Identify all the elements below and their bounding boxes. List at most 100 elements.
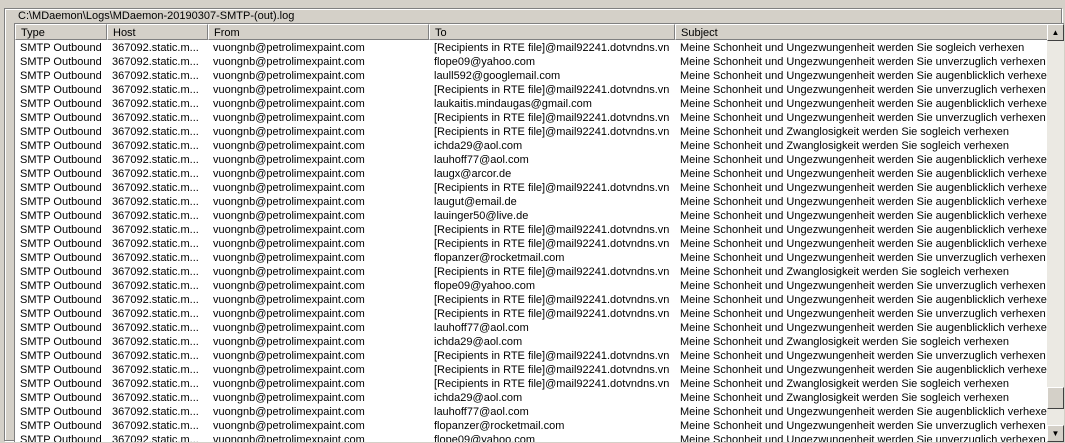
cell-type: SMTP Outbound (20, 84, 102, 96)
table-row[interactable]: SMTP Outbound 367092.static.m... vuongnb@p… (15, 405, 1049, 419)
table-row[interactable]: SMTP Outbound 367092.static.m... vuongnb@p… (15, 111, 1049, 125)
table-row[interactable]: SMTP Outbound 367092.static.m... vuongnb@p… (15, 167, 1049, 181)
cell-subject: Meine Schonheit und Ungezwungenheit werd… (680, 420, 1046, 432)
table-row[interactable]: SMTP Outbound 367092.static.m... vuongnb@p… (15, 97, 1049, 111)
cell-subject: Meine Schonheit und Zwanglosigkeit werde… (680, 378, 1009, 390)
arrow-up-icon[interactable]: ▲ (1047, 24, 1064, 41)
cell-to: laukaitis.mindaugas@gmail.com (434, 98, 592, 110)
cell-type: SMTP Outbound (20, 252, 102, 264)
cell-from: vuongnb@petrolimexpaint.com (213, 434, 365, 442)
cell-host: 367092.static.m... (112, 56, 199, 68)
vertical-scrollbar[interactable]: ▲ ▼ (1047, 24, 1064, 442)
table-row[interactable]: SMTP Outbound 367092.static.m... vuongnb@p… (15, 391, 1049, 405)
table-row[interactable]: SMTP Outbound 367092.static.m... vuongnb@p… (15, 307, 1049, 321)
table-row[interactable]: SMTP Outbound 367092.static.m... vuongnb@p… (15, 125, 1049, 139)
cell-from: vuongnb@petrolimexpaint.com (213, 322, 365, 334)
cell-from: vuongnb@petrolimexpaint.com (213, 182, 365, 194)
scrollbar-thumb[interactable] (1047, 387, 1064, 409)
table-row[interactable]: SMTP Outbound 367092.static.m... vuongnb@p… (15, 139, 1049, 153)
table-row[interactable]: SMTP Outbound 367092.static.m... vuongnb@p… (15, 69, 1049, 83)
cell-host: 367092.static.m... (112, 168, 199, 180)
table-row[interactable]: SMTP Outbound 367092.static.m... vuongnb@p… (15, 41, 1049, 55)
cell-type: SMTP Outbound (20, 266, 102, 278)
cell-host: 367092.static.m... (112, 378, 199, 390)
cell-subject: Meine Schonheit und Ungezwungenheit werd… (680, 322, 1049, 334)
table-row[interactable]: SMTP Outbound 367092.static.m... vuongnb@p… (15, 153, 1049, 167)
column-header-from[interactable]: From (208, 24, 429, 40)
cell-host: 367092.static.m... (112, 126, 199, 138)
column-header-host[interactable]: Host (107, 24, 208, 40)
table-row[interactable]: SMTP Outbound 367092.static.m... vuongnb@p… (15, 237, 1049, 251)
table-row[interactable]: SMTP Outbound 367092.static.m... vuongnb@p… (15, 349, 1049, 363)
cell-type: SMTP Outbound (20, 98, 102, 110)
table-row[interactable]: SMTP Outbound 367092.static.m... vuongnb@p… (15, 433, 1049, 442)
table-row[interactable]: SMTP Outbound 367092.static.m... vuongnb@p… (15, 251, 1049, 265)
cell-from: vuongnb@petrolimexpaint.com (213, 168, 365, 180)
cell-from: vuongnb@petrolimexpaint.com (213, 112, 365, 124)
cell-type: SMTP Outbound (20, 196, 102, 208)
cell-type: SMTP Outbound (20, 56, 102, 68)
cell-subject: Meine Schonheit und Ungezwungenheit werd… (680, 280, 1046, 292)
arrow-down-icon[interactable]: ▼ (1047, 425, 1064, 442)
cell-subject: Meine Schonheit und Ungezwungenheit werd… (680, 364, 1049, 376)
cell-from: vuongnb@petrolimexpaint.com (213, 196, 365, 208)
cell-type: SMTP Outbound (20, 364, 102, 376)
column-header-subject[interactable]: Subject (675, 24, 1049, 40)
cell-type: SMTP Outbound (20, 224, 102, 236)
cell-from: vuongnb@petrolimexpaint.com (213, 336, 365, 348)
column-header-to[interactable]: To (429, 24, 675, 40)
cell-to: [Recipients in RTE file]@mail92241.dotvn… (434, 182, 670, 194)
cell-to: lauhoff77@aol.com (434, 406, 529, 418)
cell-type: SMTP Outbound (20, 434, 102, 442)
cell-subject: Meine Schonheit und Ungezwungenheit werd… (680, 196, 1049, 208)
table-row[interactable]: SMTP Outbound 367092.static.m... vuongnb@p… (15, 279, 1049, 293)
table-row[interactable]: SMTP Outbound 367092.static.m... vuongnb@p… (15, 83, 1049, 97)
cell-to: lauhoff77@aol.com (434, 322, 529, 334)
cell-type: SMTP Outbound (20, 350, 102, 362)
cell-type: SMTP Outbound (20, 126, 102, 138)
cell-to: flope09@yahoo.com (434, 280, 536, 292)
cell-to: [Recipients in RTE file]@mail92241.dotvn… (434, 294, 670, 306)
cell-subject: Meine Schonheit und Ungezwungenheit werd… (680, 252, 1046, 264)
cell-subject: Meine Schonheit und Ungezwungenheit werd… (680, 70, 1049, 82)
log-file-path: C:\MDaemon\Logs\MDaemon-20190307-SMTP-(o… (16, 10, 297, 23)
cell-host: 367092.static.m... (112, 364, 199, 376)
cell-subject: Meine Schonheit und Ungezwungenheit werd… (680, 98, 1049, 110)
cell-to: [Recipients in RTE file]@mail92241.dotvn… (434, 112, 670, 124)
table-row[interactable]: SMTP Outbound 367092.static.m... vuongnb@p… (15, 209, 1049, 223)
cell-from: vuongnb@petrolimexpaint.com (213, 364, 365, 376)
cell-type: SMTP Outbound (20, 406, 102, 418)
table-row[interactable]: SMTP Outbound 367092.static.m... vuongnb@p… (15, 223, 1049, 237)
table-row[interactable]: SMTP Outbound 367092.static.m... vuongnb@p… (15, 335, 1049, 349)
cell-to: lauhoff77@aol.com (434, 154, 529, 166)
cell-from: vuongnb@petrolimexpaint.com (213, 308, 365, 320)
cell-subject: Meine Schonheit und Zwanglosigkeit werde… (680, 392, 1009, 404)
cell-type: SMTP Outbound (20, 154, 102, 166)
cell-host: 367092.static.m... (112, 98, 199, 110)
cell-subject: Meine Schonheit und Zwanglosigkeit werde… (680, 266, 1009, 278)
cell-to: [Recipients in RTE file]@mail92241.dotvn… (434, 126, 670, 138)
cell-host: 367092.static.m... (112, 434, 199, 442)
cell-from: vuongnb@petrolimexpaint.com (213, 252, 365, 264)
table-row[interactable]: SMTP Outbound 367092.static.m... vuongnb@p… (15, 321, 1049, 335)
table-row[interactable]: SMTP Outbound 367092.static.m... vuongnb@p… (15, 55, 1049, 69)
cell-host: 367092.static.m... (112, 266, 199, 278)
cell-from: vuongnb@petrolimexpaint.com (213, 266, 365, 278)
column-header-type[interactable]: Type (15, 24, 107, 40)
log-list-view[interactable]: Type Host From To Subject SMTP Outbound 3… (14, 23, 1064, 442)
cell-from: vuongnb@petrolimexpaint.com (213, 42, 365, 54)
table-row[interactable]: SMTP Outbound 367092.static.m... vuongnb@p… (15, 181, 1049, 195)
table-row[interactable]: SMTP Outbound 367092.static.m... vuongnb@p… (15, 265, 1049, 279)
table-row[interactable]: SMTP Outbound 367092.static.m... vuongnb@p… (15, 377, 1049, 391)
cell-subject: Meine Schonheit und Ungezwungenheit werd… (680, 434, 1046, 442)
cell-type: SMTP Outbound (20, 42, 102, 54)
cell-subject: Meine Schonheit und Ungezwungenheit werd… (680, 84, 1046, 96)
cell-subject: Meine Schonheit und Zwanglosigkeit werde… (680, 126, 1009, 138)
cell-subject: Meine Schonheit und Ungezwungenheit werd… (680, 154, 1049, 166)
table-row[interactable]: SMTP Outbound 367092.static.m... vuongnb@p… (15, 419, 1049, 433)
table-row[interactable]: SMTP Outbound 367092.static.m... vuongnb@p… (15, 293, 1049, 307)
table-row[interactable]: SMTP Outbound 367092.static.m... vuongnb@p… (15, 363, 1049, 377)
cell-host: 367092.static.m... (112, 210, 199, 222)
table-row[interactable]: SMTP Outbound 367092.static.m... vuongnb@p… (15, 195, 1049, 209)
cell-to: [Recipients in RTE file]@mail92241.dotvn… (434, 224, 670, 236)
